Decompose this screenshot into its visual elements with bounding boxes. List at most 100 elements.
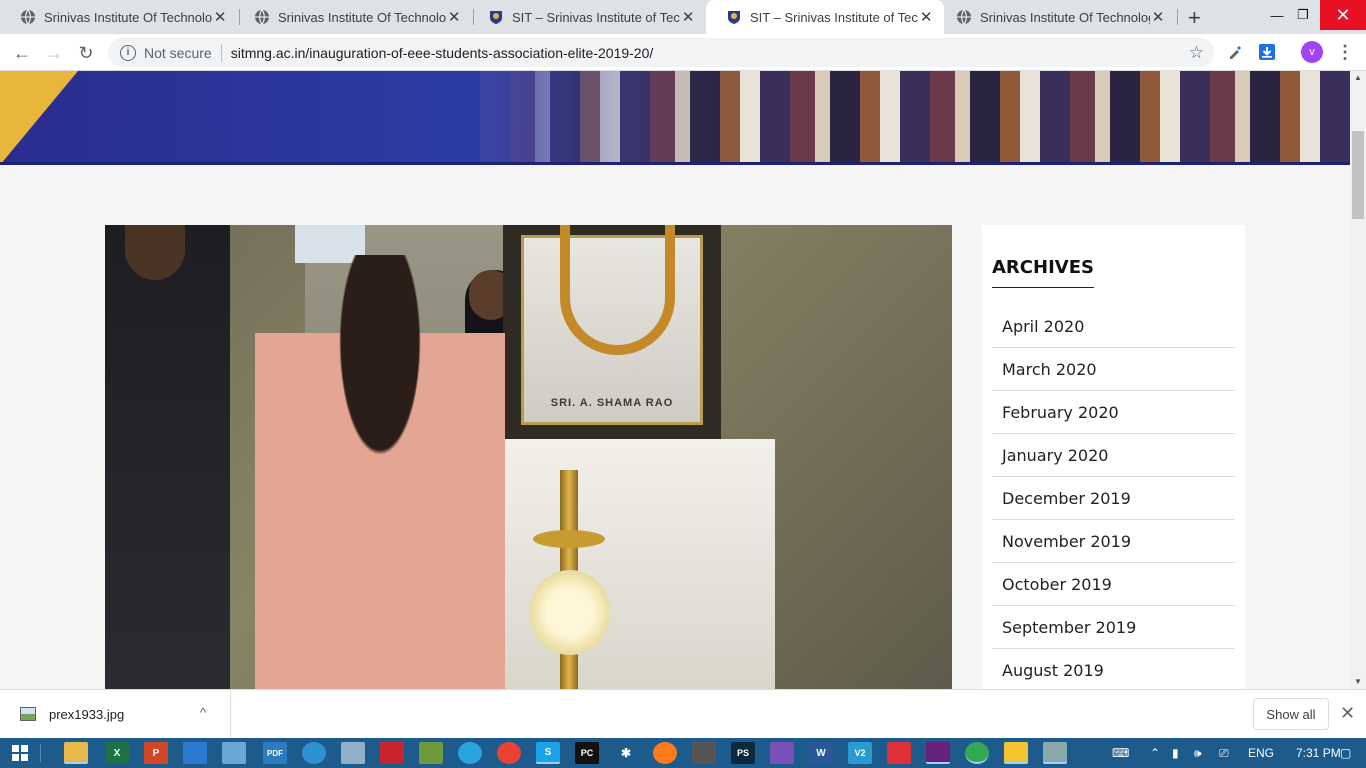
tab-sit-active[interactable]: SIT – Srinivas Institute of Techno ✕ bbox=[706, 0, 944, 34]
windows-taskbar: X P PDF S PC ✱ PS W V2 ⌨ ⌃ ▮ 🕪 ⎚ ENG 7:3… bbox=[0, 738, 1366, 768]
word-icon[interactable]: W bbox=[809, 742, 833, 764]
tab-close-icon[interactable]: ✕ bbox=[1150, 8, 1166, 26]
kodi-icon[interactable] bbox=[302, 742, 326, 764]
chrome-icon[interactable] bbox=[497, 742, 521, 764]
archive-link[interactable]: March 2020 bbox=[992, 348, 1235, 391]
taskbar-divider bbox=[40, 744, 56, 762]
battery-icon[interactable]: ▮ bbox=[1172, 738, 1179, 768]
visual-studio-icon[interactable] bbox=[770, 742, 794, 764]
tab-srinivas-3[interactable]: Srinivas Institute Of Technology ✕ bbox=[936, 0, 1176, 34]
paint-icon[interactable] bbox=[1043, 742, 1067, 764]
oil-lamp-top bbox=[533, 530, 605, 548]
new-tab-button[interactable]: + bbox=[1188, 5, 1201, 31]
url-text[interactable]: sitmng.ac.in/inauguration-of-eee-student… bbox=[231, 45, 654, 61]
tab-sit-1[interactable]: SIT – Srinivas Institute of Techno ✕ bbox=[468, 0, 706, 34]
download-bar-close-icon[interactable]: ✕ bbox=[1340, 703, 1355, 724]
tab-srinivas-2[interactable]: Srinivas Institute Of Technology ✕ bbox=[234, 0, 472, 34]
archive-link[interactable]: January 2020 bbox=[992, 434, 1235, 477]
tool-icon[interactable] bbox=[419, 742, 443, 764]
scrollbar-thumb[interactable] bbox=[1352, 131, 1364, 219]
pycharm-icon[interactable]: PC bbox=[575, 742, 599, 764]
menu-icon[interactable]: ⋮ bbox=[1335, 42, 1355, 62]
globe-icon bbox=[254, 9, 270, 25]
tab-srinivas-1[interactable]: Srinivas Institute Of Technology ✕ bbox=[0, 0, 238, 34]
image-file-icon bbox=[20, 707, 36, 721]
reload-button[interactable]: ↻ bbox=[74, 41, 98, 65]
start-button[interactable] bbox=[0, 738, 40, 768]
tab-title: Srinivas Institute Of Technology bbox=[44, 9, 213, 25]
excel-icon[interactable]: X bbox=[105, 742, 129, 764]
tab-close-icon[interactable]: ✕ bbox=[212, 8, 228, 26]
archive-link[interactable]: August 2019 bbox=[992, 649, 1235, 689]
tab-close-icon[interactable]: ✕ bbox=[446, 8, 462, 26]
chrome-active-icon[interactable] bbox=[965, 742, 989, 764]
scroll-down-arrow-icon[interactable]: ▼ bbox=[1350, 675, 1366, 689]
bookmark-star-icon[interactable]: ☆ bbox=[1189, 43, 1204, 63]
window-close-button[interactable]: ✕ bbox=[1320, 0, 1366, 30]
vscode-icon[interactable] bbox=[183, 742, 207, 764]
eyedropper-extension-icon[interactable] bbox=[1225, 42, 1245, 62]
back-button[interactable]: ← bbox=[10, 41, 34, 65]
show-all-button[interactable]: Show all bbox=[1253, 698, 1329, 730]
flowers bbox=[530, 570, 610, 655]
network-icon[interactable]: ⎚ bbox=[1219, 738, 1229, 768]
security-label[interactable]: Not secure bbox=[144, 45, 212, 61]
archive-link[interactable]: September 2019 bbox=[992, 606, 1235, 649]
forward-button[interactable]: → bbox=[42, 41, 66, 65]
sync-icon[interactable] bbox=[458, 742, 482, 764]
language-indicator[interactable]: ENG bbox=[1248, 738, 1274, 768]
archives-heading: ARCHIVES bbox=[992, 257, 1094, 288]
powerpoint-icon[interactable]: P bbox=[144, 742, 168, 764]
notepad-icon[interactable] bbox=[222, 742, 246, 764]
tray-chevron-icon[interactable]: ⌃ bbox=[1150, 738, 1160, 768]
notification-icon[interactable]: ▢ bbox=[1340, 738, 1351, 768]
info-icon[interactable]: i bbox=[120, 44, 136, 61]
keyboard-icon[interactable]: ⌨ bbox=[1112, 738, 1129, 768]
firefox-icon[interactable] bbox=[653, 742, 677, 764]
photo-woman bbox=[255, 255, 505, 689]
vs-icon[interactable] bbox=[926, 742, 950, 764]
header-banner bbox=[0, 71, 1350, 165]
anydesk-icon[interactable] bbox=[887, 742, 911, 764]
sit-crest-icon bbox=[488, 9, 504, 25]
tab-title: Srinivas Institute Of Technology bbox=[980, 9, 1151, 25]
banner-photo bbox=[480, 71, 1350, 165]
v2-icon[interactable]: V2 bbox=[848, 742, 872, 764]
calculator-icon[interactable] bbox=[692, 742, 716, 764]
photoshop-icon[interactable]: PS bbox=[731, 742, 755, 764]
acrobat-icon[interactable] bbox=[380, 742, 404, 764]
windows-logo-icon bbox=[12, 745, 28, 761]
vertical-scrollbar[interactable]: ▲ ▼ bbox=[1350, 71, 1366, 689]
banner-edge bbox=[0, 162, 1350, 165]
scroll-up-arrow-icon[interactable]: ▲ bbox=[1350, 71, 1366, 85]
archive-link[interactable]: April 2020 bbox=[992, 305, 1235, 348]
photos-icon[interactable] bbox=[341, 742, 365, 764]
archive-link[interactable]: November 2019 bbox=[992, 520, 1235, 563]
download-item[interactable]: prex1933.jpg ^ bbox=[0, 690, 231, 738]
archive-link[interactable]: December 2019 bbox=[992, 477, 1235, 520]
file-explorer-icon[interactable] bbox=[64, 742, 88, 764]
bluetooth-icon[interactable]: ✱ bbox=[614, 742, 638, 764]
tab-strip: Srinivas Institute Of Technology ✕ Srini… bbox=[0, 0, 1366, 34]
address-bar[interactable]: i Not secure sitmng.ac.in/inauguration-o… bbox=[108, 38, 1214, 67]
download-bar: prex1933.jpg ^ Show all ✕ bbox=[0, 689, 1366, 738]
tab-close-icon[interactable]: ✕ bbox=[918, 8, 934, 26]
pdf-icon[interactable]: PDF bbox=[263, 742, 287, 764]
download-filename[interactable]: prex1933.jpg bbox=[49, 707, 124, 722]
skype-icon[interactable]: S bbox=[536, 742, 560, 764]
clock[interactable]: 7:31 PM bbox=[1296, 738, 1341, 768]
chevron-up-icon[interactable]: ^ bbox=[200, 705, 206, 720]
sticky-notes-icon[interactable] bbox=[1004, 742, 1028, 764]
tab-close-icon[interactable]: ✕ bbox=[680, 8, 696, 26]
volume-icon[interactable]: 🕪 bbox=[1194, 738, 1202, 768]
sit-crest-icon bbox=[726, 9, 742, 25]
download-extension-icon[interactable] bbox=[1257, 42, 1277, 62]
banner-gold-accent bbox=[0, 71, 78, 165]
archive-link[interactable]: February 2020 bbox=[992, 391, 1235, 434]
tab-separator bbox=[1177, 9, 1178, 25]
archive-link[interactable]: October 2019 bbox=[992, 563, 1235, 606]
portrait-caption: SRI. A. SHAMA RAO bbox=[550, 397, 674, 409]
profile-avatar[interactable]: v bbox=[1301, 41, 1323, 63]
table-cloth bbox=[485, 439, 775, 689]
page-viewport: SRI. A. SHAMA RAO ARCHIVES April 2020 Ma… bbox=[0, 71, 1350, 689]
